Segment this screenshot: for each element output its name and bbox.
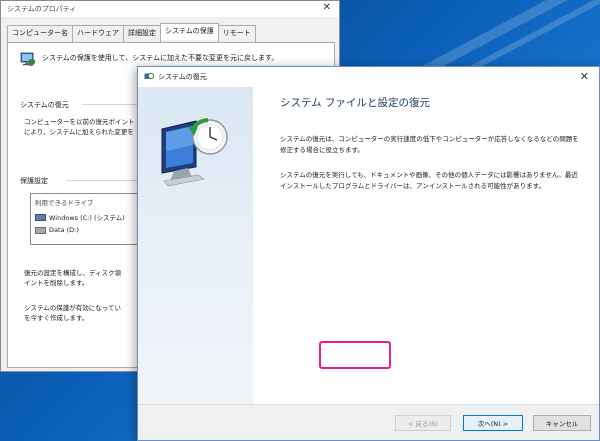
close-icon[interactable]: ✕ [323, 2, 331, 13]
wizard-footer: < 戻る(B) 次へ(N) > キャンセル [138, 404, 599, 440]
drive-list: 利用できるドライブ Windows (C:) (システム) Data (D:) [30, 193, 142, 245]
system-restore-icon [144, 72, 154, 80]
list-item[interactable]: Data (D:) [31, 224, 141, 236]
restore-warning-text: システムの復元を実行しても、ドキュメントや画像、その他の個人データには影響はあり… [280, 171, 578, 190]
system-properties-titlebar: システムのプロパティ ✕ [1, 1, 339, 17]
tab-computer-name[interactable]: コンピューター名 [7, 25, 73, 42]
os-drive-icon [35, 213, 46, 221]
drive-icon [35, 226, 46, 234]
restore-intro-text: システムの復元は、コンピューターの実行速度の低下やコンピューターが応答しなくなる… [280, 135, 579, 154]
protection-description: システムの保護を使用して、システムに加えた不要な変更を元に戻します。 [42, 54, 279, 62]
tab-advanced[interactable]: 詳細設定 [123, 25, 161, 42]
list-item[interactable]: Windows (C:) (システム) [31, 210, 141, 224]
wizard-sidebar [138, 87, 253, 407]
computer-shield-icon [20, 52, 35, 66]
drive-list-header: 利用できるドライブ [35, 199, 94, 207]
divider [82, 104, 142, 105]
back-button[interactable]: < 戻る(B) [395, 415, 451, 431]
close-icon[interactable]: ✕ [580, 70, 589, 83]
drive-label: Windows (C:) (システム) [49, 214, 125, 222]
drive-label: Data (D:) [49, 226, 79, 234]
tab-remote[interactable]: リモート [217, 25, 256, 42]
protection-settings-label: 保護設定 [20, 177, 48, 185]
configure-description: 復元の設定を構成し、ディスク領 イントを削除します。 [24, 269, 122, 287]
cancel-button[interactable]: キャンセル [533, 415, 591, 431]
next-button-highlight [319, 341, 391, 369]
create-description: システムの保護が有効になってい を今すぐ作成します。 [24, 304, 121, 322]
wizard-title: システムの復元 [158, 73, 207, 81]
system-restore-illustration-icon [161, 118, 228, 187]
tab-hardware[interactable]: ハードウェア [72, 25, 124, 42]
divider [66, 180, 142, 181]
system-restore-wizard: システムの復元 ✕ システム ファイルと設定の復元 システムの復元は、コンピュー… [137, 66, 600, 441]
wizard-content: システム ファイルと設定の復元 システムの復元は、コンピューターの実行速度の低下… [280, 95, 580, 206]
page-title: システム ファイルと設定の復元 [280, 97, 431, 109]
window-title: システムのプロパティ [7, 5, 77, 13]
tab-strip: コンピューター名 ハードウェア 詳細設定 システムの保護 リモート [1, 17, 339, 42]
wizard-titlebar: システムの復元 ✕ [138, 67, 599, 87]
restore-group-label: システムの復元 [20, 101, 69, 109]
restore-description: コンピューターを以前の復元ポイント により、システムに加えられた変更を [24, 118, 135, 136]
next-button[interactable]: 次へ(N) > [463, 415, 523, 431]
tab-system-protection[interactable]: システムの保護 [160, 23, 219, 40]
